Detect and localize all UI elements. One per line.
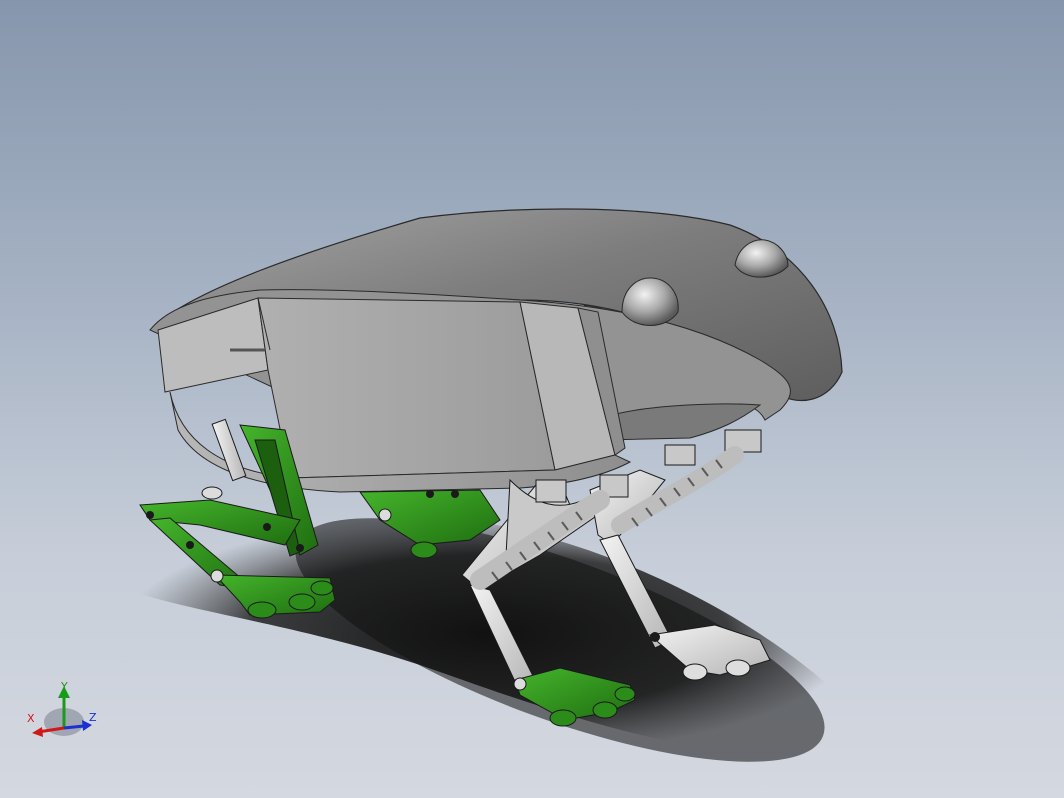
triad-z-label: Z bbox=[89, 711, 97, 724]
z-axis-line bbox=[63, 724, 85, 730]
triad-x-label: X bbox=[27, 712, 35, 725]
graphics-viewport[interactable]: Y X Z bbox=[0, 0, 1064, 798]
triad-y-label: Y bbox=[60, 680, 68, 693]
orientation-triad[interactable]: Y X Z bbox=[22, 678, 106, 744]
model-scene[interactable] bbox=[0, 0, 1064, 798]
x-axis-arrow bbox=[32, 727, 43, 737]
